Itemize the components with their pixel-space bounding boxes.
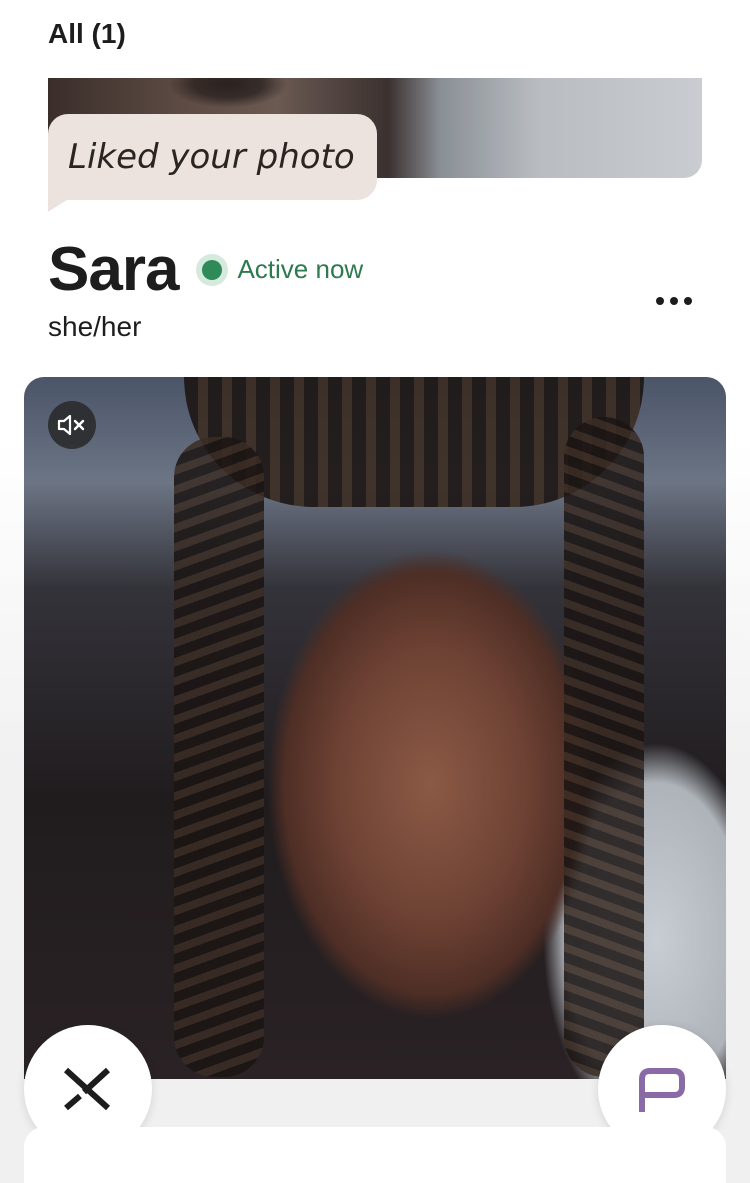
like-message-text: Liked your photo bbox=[68, 137, 355, 177]
comment-bubble-icon bbox=[639, 1068, 685, 1112]
profile-video[interactable] bbox=[24, 377, 726, 1079]
filter-label[interactable]: All (1) bbox=[48, 18, 126, 50]
more-dots-icon bbox=[656, 297, 664, 305]
active-status-text: Active now bbox=[237, 254, 364, 284]
more-options-button[interactable] bbox=[648, 284, 700, 318]
profile-header: Sara Active now bbox=[48, 234, 363, 305]
bubble-tail bbox=[48, 198, 70, 212]
speaker-muted-icon bbox=[57, 414, 85, 436]
mute-toggle-button[interactable] bbox=[48, 401, 96, 449]
profile-pronouns: she/her bbox=[48, 311, 142, 342]
active-status-icon bbox=[196, 253, 229, 286]
x-skip-icon bbox=[63, 1067, 111, 1111]
profile-name: Sara bbox=[48, 235, 179, 304]
next-content-card bbox=[24, 1127, 726, 1183]
like-message-bubble: Liked your photo bbox=[48, 114, 377, 200]
